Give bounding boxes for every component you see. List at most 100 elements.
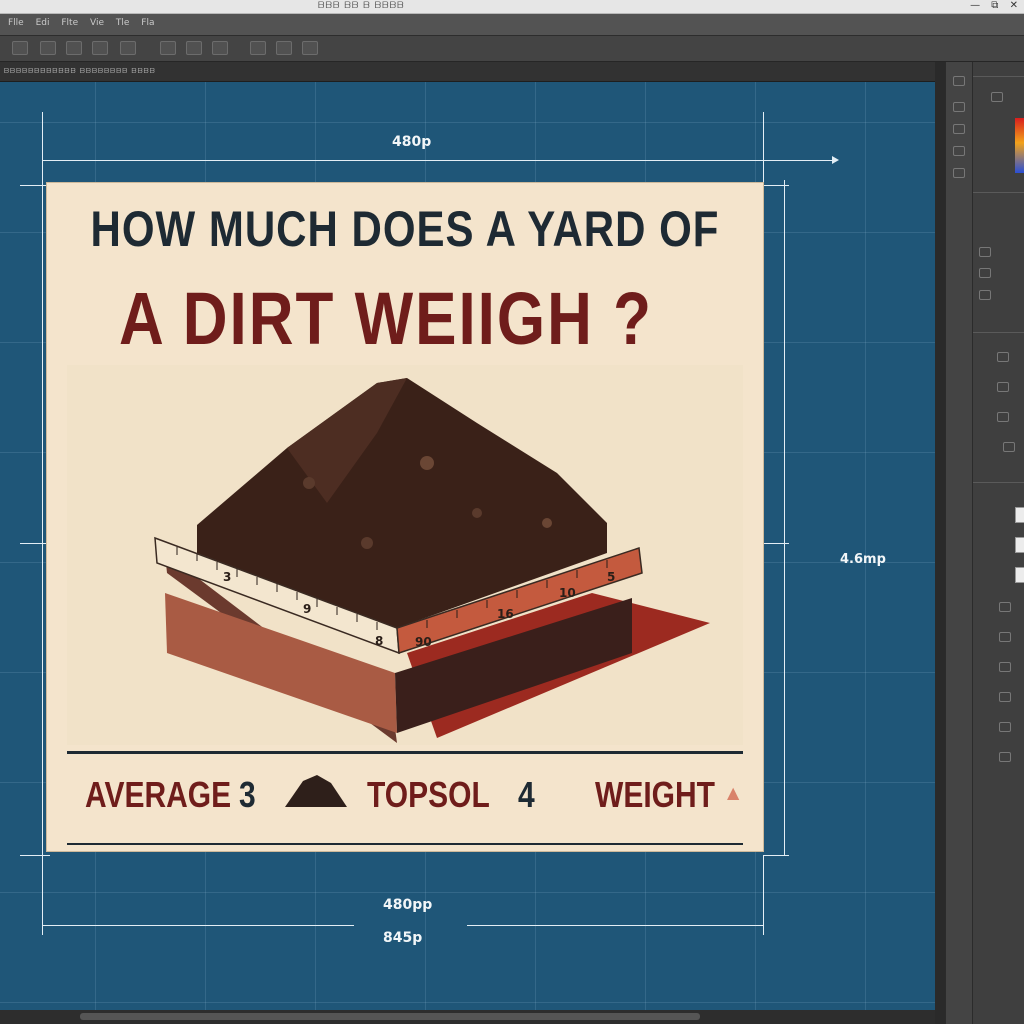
- properties-icon[interactable]: [953, 146, 965, 156]
- window-controls: — ⧉ ✕: [962, 0, 1018, 11]
- soil-clump: [361, 537, 373, 549]
- bottom-dimension-line-right: [467, 925, 763, 926]
- layer-visibility-icon[interactable]: [999, 662, 1011, 672]
- footer-divider-bottom: [67, 843, 743, 845]
- footer-number-3: 3: [239, 775, 256, 816]
- bottom-right-tick: [763, 855, 764, 935]
- soil-clump: [420, 456, 434, 470]
- align-center-icon[interactable]: [66, 41, 82, 55]
- app-window: ᗷᗷᗷ ᗷᗷ ᗷ ᗷᗷᗷᗷ — ⧉ ✕ Flle Edi Flte Vie Tl…: [0, 0, 1024, 1024]
- ruler-mark-9: 9: [303, 602, 311, 616]
- panel-divider: [973, 76, 1024, 77]
- ruler-mark-3: 3: [223, 570, 231, 584]
- layer-option-icon[interactable]: [979, 268, 991, 278]
- panel-separator: [935, 62, 945, 1024]
- layer-thumbnail[interactable]: [1015, 537, 1024, 553]
- guide-icon[interactable]: [276, 41, 292, 55]
- app-menubar: Flle Edi Flte Vie Tle Fla: [0, 14, 1024, 36]
- menu-edit[interactable]: Edi: [36, 18, 50, 28]
- left-tick-bottom: [20, 855, 50, 856]
- document-tab[interactable]: ᗷᗷᗷᗷᗷᗷᗷᗷᗷᗷᗷᗷ ᗷᗷᗷᗷᗷᗷᗷᗷ ᗷᗷᗷᗷ: [0, 62, 935, 82]
- right-dimension-label: 4.6mp: [840, 552, 886, 567]
- menu-file[interactable]: Flle: [8, 18, 24, 28]
- warp-icon[interactable]: [186, 41, 202, 55]
- color-swatch[interactable]: [1015, 118, 1024, 173]
- right-tick-bottom: [763, 855, 789, 856]
- left-tick-top: [20, 185, 50, 186]
- poster-title-line1: HOW MUCH DOES A YARD OF: [90, 200, 720, 257]
- layer-option-icon[interactable]: [979, 290, 991, 300]
- layer-row-icon[interactable]: [1003, 442, 1015, 452]
- actions-icon[interactable]: [953, 124, 965, 134]
- layer-row-icon[interactable]: [997, 352, 1009, 362]
- distribute-icon[interactable]: [120, 41, 136, 55]
- menu-filter[interactable]: Flte: [61, 18, 78, 28]
- layer-visibility-icon[interactable]: [999, 692, 1011, 702]
- ruler-mark-16: 16: [497, 607, 514, 621]
- close-button[interactable]: ✕: [1010, 0, 1018, 11]
- soil-clump: [303, 477, 315, 489]
- system-title-bar: ᗷᗷᗷ ᗷᗷ ᗷ ᗷᗷᗷᗷ — ⧉ ✕: [0, 0, 1024, 14]
- tools-icon-column: [945, 62, 973, 1024]
- soil-box-illustration: 3 9 8 90 16 10 5: [67, 365, 743, 745]
- menu-flatten[interactable]: Fla: [141, 18, 154, 28]
- horizontal-scrollbar[interactable]: [0, 1010, 935, 1024]
- left-edge-guide: [42, 180, 43, 856]
- ruler-mark-90: 90: [415, 635, 432, 649]
- ruler-mark-10: 10: [559, 586, 576, 600]
- menu-tools[interactable]: Tle: [116, 18, 130, 28]
- poster-title-line2: A DIRT WEIIGH ?: [119, 278, 653, 361]
- ruler-mark-5: 5: [607, 570, 615, 584]
- right-edge-guide: [784, 180, 785, 856]
- layer-visibility-icon[interactable]: [999, 632, 1011, 642]
- layer-option-icon[interactable]: [979, 247, 991, 257]
- soil-clump: [472, 508, 482, 518]
- panel-toggle-icon[interactable]: [953, 76, 965, 86]
- layer-visibility-icon[interactable]: [999, 602, 1011, 612]
- dirt-pile-icon: [285, 775, 347, 807]
- panel-divider: [973, 482, 1024, 483]
- snap-icon[interactable]: [302, 41, 318, 55]
- menu-view[interactable]: Vie: [90, 18, 104, 28]
- minimize-button[interactable]: —: [970, 0, 980, 11]
- layer-visibility-icon[interactable]: [999, 722, 1011, 732]
- align-left-icon[interactable]: [40, 41, 56, 55]
- scrollbar-thumb[interactable]: [80, 1013, 700, 1020]
- document-tab-label: ᗷᗷᗷᗷᗷᗷᗷᗷᗷᗷᗷᗷ ᗷᗷᗷᗷᗷᗷᗷᗷ ᗷᗷᗷᗷ: [4, 67, 156, 75]
- bottom-dimension-label-1: 480pp: [383, 897, 433, 913]
- layer-thumbnail[interactable]: [1015, 507, 1024, 523]
- grid-icon[interactable]: [250, 41, 266, 55]
- system-menu-text: ᗷᗷᗷ ᗷᗷ ᗷ ᗷᗷᗷᗷ: [318, 1, 405, 11]
- soil-clump: [542, 518, 552, 528]
- layer-thumbnail[interactable]: [1015, 567, 1024, 583]
- footer-topsoil-label: TOPSOL: [367, 775, 490, 816]
- footer-number-4: 4: [518, 775, 535, 816]
- bottom-left-tick: [42, 855, 43, 935]
- right-tick-top: [763, 185, 789, 186]
- maximize-button[interactable]: ⧉: [991, 0, 998, 11]
- caret-up-icon: ▲: [727, 783, 740, 802]
- panel-divider: [973, 332, 1024, 333]
- options-bar: [0, 36, 1024, 62]
- footer-weight-label: WEIGHT: [595, 775, 715, 816]
- tool-preset-icon[interactable]: [12, 41, 28, 55]
- footer-divider-top: [67, 751, 743, 754]
- poster-artboard[interactable]: HOW MUCH DOES A YARD OF A DIRT WEIIGH ?: [47, 183, 763, 851]
- top-dimension-label: 480p: [392, 134, 432, 150]
- transform-icon[interactable]: [160, 41, 176, 55]
- adjustments-icon[interactable]: [953, 168, 965, 178]
- left-tick-mid: [20, 543, 50, 544]
- history-icon[interactable]: [953, 102, 965, 112]
- align-right-icon[interactable]: [92, 41, 108, 55]
- frame-icon[interactable]: [212, 41, 228, 55]
- layer-row-icon[interactable]: [997, 382, 1009, 392]
- right-top-tick: [763, 112, 764, 222]
- top-dimension-line: [42, 160, 837, 161]
- panel-divider: [973, 192, 1024, 193]
- footer-average-label: AVERAGE: [85, 775, 232, 816]
- layer-visibility-icon[interactable]: [999, 752, 1011, 762]
- top-dimension-arrow-icon: [832, 156, 839, 164]
- color-panel-icon[interactable]: [991, 92, 1003, 102]
- bottom-dimension-line-left: [42, 925, 354, 926]
- layer-row-icon[interactable]: [997, 412, 1009, 422]
